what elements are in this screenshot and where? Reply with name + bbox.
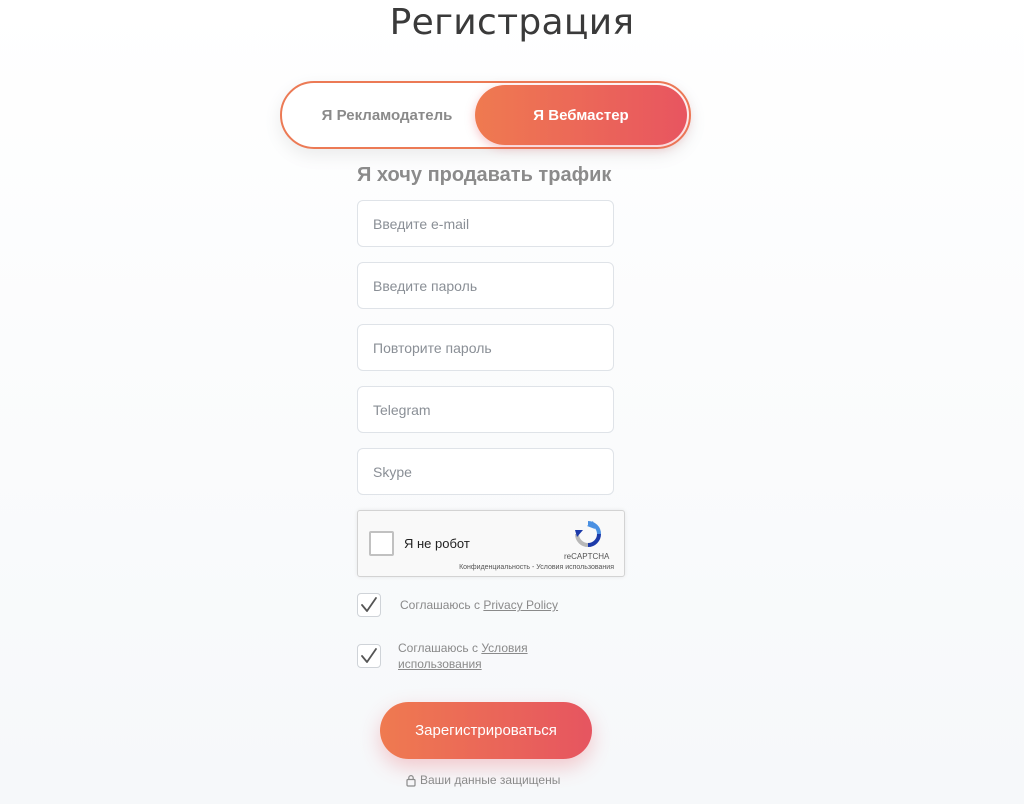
recaptcha-icon [575,521,601,547]
checkmark-icon [361,597,377,612]
privacy-checkbox[interactable] [357,593,381,617]
recaptcha-label: Я не робот [404,536,470,551]
page-title: Регистрация [389,2,635,43]
secure-note: Ваши данные защищены [405,773,560,787]
recaptcha-links[interactable]: Конфиденциальность - Условия использован… [459,564,614,571]
secure-note-text: Ваши данные защищены [420,773,561,787]
privacy-prefix: Соглашаюсь с [400,598,484,612]
terms-agreement: Соглашаюсь с Условия использования [398,640,558,672]
webmaster-tab[interactable]: Я Вебмастер [475,85,687,145]
skype-field[interactable] [357,448,614,495]
terms-checkbox[interactable] [357,644,381,668]
recaptcha-checkbox[interactable] [369,531,394,556]
role-toggle: Я Рекламодатель Я Вебмастер [280,81,691,149]
register-button[interactable]: Зарегистрироваться [380,702,592,759]
terms-prefix: Соглашаюсь с [398,641,482,655]
advertiser-tab[interactable]: Я Рекламодатель [282,83,492,147]
checkmark-icon [361,648,377,663]
password-field[interactable] [357,262,614,309]
repeat-password-field[interactable] [357,324,614,371]
privacy-policy-link[interactable]: Privacy Policy [483,598,558,612]
form-subtitle: Я хочу продавать трафик [357,164,612,186]
email-field[interactable] [357,200,614,247]
telegram-field[interactable] [357,386,614,433]
recaptcha-brand: reCAPTCHA [564,552,610,561]
lock-icon [406,774,416,787]
recaptcha-widget: Я не робот reCAPTCHA Конфиденциальность … [357,510,625,577]
privacy-agreement: Соглашаюсь с Privacy Policy [400,597,558,613]
